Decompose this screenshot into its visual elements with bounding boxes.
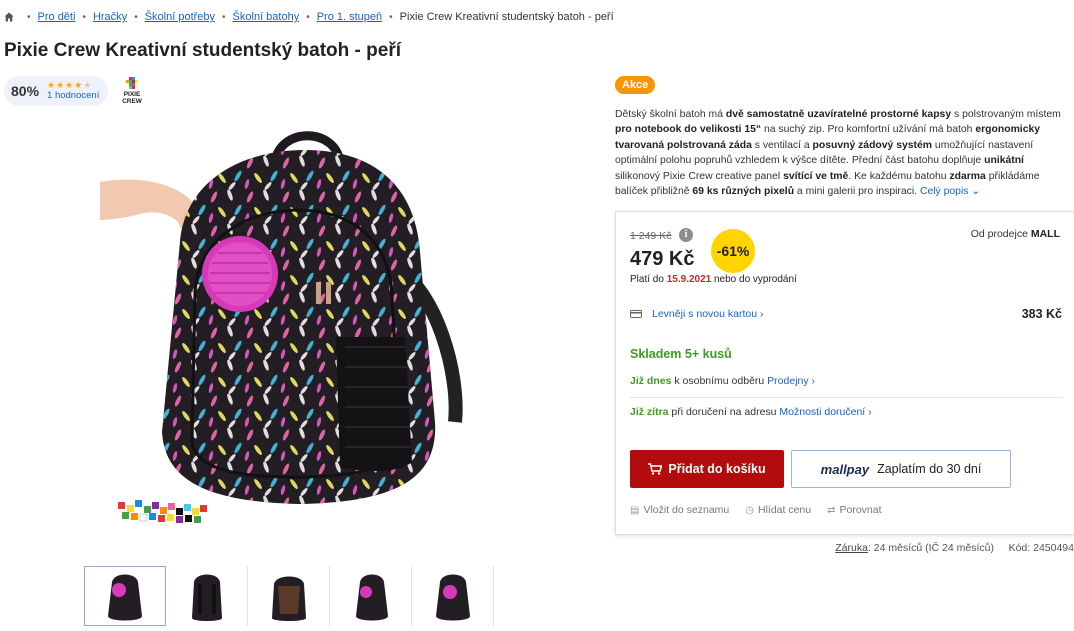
buy-box: 1 249 Kč i -61% 479 Kč Platí do 15.9.202… bbox=[615, 211, 1074, 535]
show-full-description-link[interactable]: Celý popis ⌄ bbox=[920, 186, 980, 197]
validity-date: 15.9.2021 bbox=[666, 274, 712, 285]
breadcrumb-separator: • bbox=[27, 11, 31, 23]
breadcrumb-current: Pixie Crew Kreativní studentský batoh - … bbox=[399, 11, 614, 23]
breadcrumb-item[interactable]: Školní potřeby bbox=[145, 11, 215, 23]
compare-icon: ⇄ bbox=[827, 504, 836, 516]
add-to-cart-button[interactable]: Přidat do košíku bbox=[630, 450, 784, 488]
breadcrumb-separator: • bbox=[134, 11, 138, 23]
thumbnail[interactable] bbox=[84, 566, 166, 626]
original-price: 1 249 Kč bbox=[630, 230, 672, 242]
stock-status: Skladem 5+ kusů bbox=[630, 347, 732, 361]
card-price: 383 Kč bbox=[1021, 307, 1062, 321]
chevron-right-icon: › bbox=[760, 308, 764, 320]
current-price: 479 Kč bbox=[630, 248, 695, 270]
brand-logo-text: PIXIE CREW bbox=[122, 91, 142, 105]
delivery-info: Již zítra při doručení na adresu Možnost… bbox=[630, 406, 872, 418]
list-icon: ▤ bbox=[630, 504, 640, 516]
reviews-link[interactable]: 1 hodnocení bbox=[47, 90, 99, 102]
rating-stars-icon: ★★★★★ bbox=[47, 80, 93, 90]
stores-link[interactable]: Prodejny › bbox=[767, 375, 815, 387]
card-offer-link[interactable]: Levněji s novou kartou › bbox=[652, 308, 764, 320]
home-icon[interactable] bbox=[4, 12, 14, 22]
secondary-actions: ▤ Vložit do seznamu ◷ Hlídat cenu ⇄ Porovna… bbox=[630, 504, 898, 516]
chevron-down-icon: ⌄ bbox=[971, 186, 981, 198]
mallpay-button[interactable]: mallpay Zaplatím do 30 dní bbox=[791, 450, 1011, 488]
breadcrumb-item[interactable]: Školní batohy bbox=[233, 11, 300, 23]
card-icon bbox=[630, 310, 642, 318]
watch-price-button[interactable]: ◷ Hlídat cenu bbox=[745, 504, 811, 516]
mallpay-logo: mallpay bbox=[820, 461, 870, 477]
rating-badge[interactable]: 80% ★★★★★ 1 hodnocení bbox=[4, 76, 108, 106]
discount-badge: -61% bbox=[711, 229, 755, 273]
breadcrumb-separator: • bbox=[306, 11, 310, 23]
card-offer-row: Levněji s novou kartou › 383 Kč bbox=[630, 305, 1062, 323]
cart-icon bbox=[648, 463, 663, 475]
seller-info: Od prodejce MALL bbox=[970, 228, 1060, 240]
breadcrumb-separator: • bbox=[389, 11, 393, 23]
product-description: Dětský školní batoh má dvě samostatně uz… bbox=[615, 109, 1061, 198]
breadcrumb: • Pro děti • Hračky • Školní potřeby • Š… bbox=[4, 11, 614, 23]
info-icon[interactable]: i bbox=[679, 228, 693, 242]
rating-percent: 80% bbox=[11, 83, 40, 99]
thumbnail[interactable] bbox=[412, 566, 494, 626]
pickup-info: Již dnes k osobnímu odběru Prodejny › bbox=[630, 375, 816, 387]
page-title: Pixie Crew Kreativní studentský batoh - … bbox=[4, 40, 401, 61]
product-meta: Záruka: 24 měsíců (IČ 24 měsíců) Kód: 24… bbox=[835, 542, 1074, 554]
price-validity: Platí do 15.9.2021 nebo do vyprodání bbox=[630, 274, 797, 285]
breadcrumb-separator: • bbox=[222, 11, 226, 23]
breadcrumb-item[interactable]: Hračky bbox=[93, 11, 127, 23]
thumbnail-strip bbox=[84, 566, 494, 626]
thumbnail[interactable] bbox=[248, 566, 330, 626]
delivery-options-link[interactable]: Možnosti doručení › bbox=[779, 406, 871, 418]
sale-badge: Akce bbox=[615, 76, 656, 94]
thumbnail[interactable] bbox=[330, 566, 412, 626]
chevron-right-icon: › bbox=[868, 406, 872, 418]
add-to-list-button[interactable]: ▤ Vložit do seznamu bbox=[630, 504, 729, 516]
breadcrumb-item[interactable]: Pro děti bbox=[38, 11, 76, 23]
breadcrumb-separator: • bbox=[82, 11, 86, 23]
brand-logo[interactable]: PIXIE CREW bbox=[118, 77, 146, 107]
clock-icon: ◷ bbox=[745, 504, 754, 516]
breadcrumb-item[interactable]: Pro 1. stupeň bbox=[317, 11, 382, 23]
thumbnail[interactable] bbox=[166, 566, 248, 626]
pixie-crew-logo-icon bbox=[126, 77, 138, 89]
chevron-right-icon: › bbox=[811, 375, 816, 387]
product-main-image[interactable] bbox=[100, 122, 475, 532]
compare-button[interactable]: ⇄ Porovnat bbox=[827, 504, 881, 516]
divider bbox=[630, 397, 1062, 398]
product-code: 2450494 bbox=[1033, 542, 1074, 554]
warranty-link[interactable]: Záruka bbox=[835, 542, 868, 554]
seller-name: MALL bbox=[1030, 228, 1060, 240]
